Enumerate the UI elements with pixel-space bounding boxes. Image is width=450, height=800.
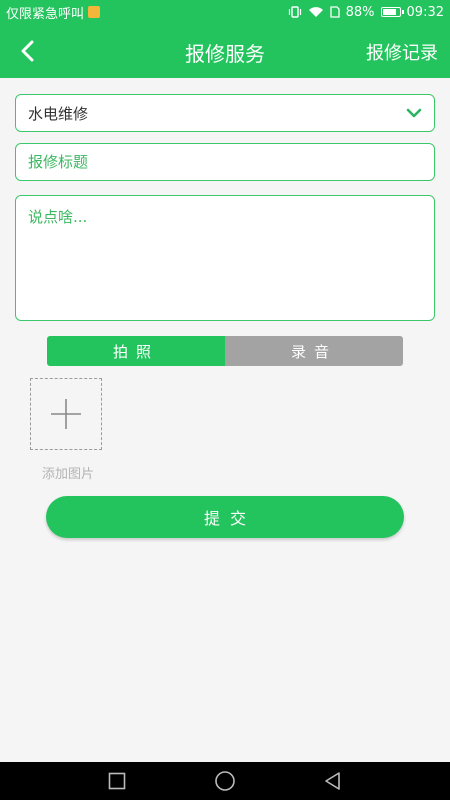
description-textarea[interactable] bbox=[16, 196, 434, 320]
triangle-back-icon bbox=[325, 772, 340, 790]
battery-icon bbox=[380, 7, 404, 17]
clock: 09:32 bbox=[406, 4, 444, 20]
repair-title-input[interactable] bbox=[16, 144, 434, 180]
carrier-text: 仅限紧急呼叫 bbox=[6, 6, 85, 22]
back-button[interactable] bbox=[14, 37, 42, 65]
tab-photo[interactable]: 拍照 bbox=[47, 336, 225, 366]
status-right: 88% 09:32 bbox=[288, 5, 444, 20]
back-nav-button[interactable] bbox=[321, 769, 345, 793]
home-button[interactable] bbox=[213, 769, 237, 793]
category-select[interactable]: 水电维修 bbox=[15, 94, 435, 132]
category-select-value: 水电维修 bbox=[28, 104, 89, 123]
add-image-button[interactable] bbox=[30, 378, 102, 450]
chevron-left-icon bbox=[21, 40, 34, 62]
recent-apps-button[interactable] bbox=[105, 769, 129, 793]
repair-records-link[interactable]: 报修记录 bbox=[366, 39, 438, 65]
plus-icon bbox=[51, 399, 81, 429]
add-image-label: 添加图片 bbox=[41, 467, 94, 482]
circle-icon bbox=[215, 771, 235, 791]
media-tabs: 拍照 录音 bbox=[47, 336, 403, 366]
battery-percent: 88% bbox=[345, 4, 375, 20]
repair-title-field bbox=[15, 143, 435, 181]
status-bar: 仅限紧急呼叫 88% 09:32 bbox=[0, 0, 450, 24]
description-field bbox=[15, 195, 435, 321]
wifi-icon bbox=[308, 6, 324, 18]
notification-icon bbox=[88, 6, 101, 18]
system-nav-bar bbox=[0, 762, 450, 800]
status-left: 仅限紧急呼叫 bbox=[6, 3, 101, 22]
chevron-down-icon bbox=[406, 108, 422, 118]
submit-button[interactable]: 提交 bbox=[46, 496, 404, 538]
square-icon bbox=[108, 772, 126, 790]
sim-icon bbox=[329, 6, 340, 18]
vibrate-icon bbox=[288, 6, 302, 18]
battery-fill bbox=[382, 9, 396, 15]
app-bar: 报修服务 报修记录 bbox=[0, 24, 450, 78]
tab-audio[interactable]: 录音 bbox=[225, 336, 403, 366]
